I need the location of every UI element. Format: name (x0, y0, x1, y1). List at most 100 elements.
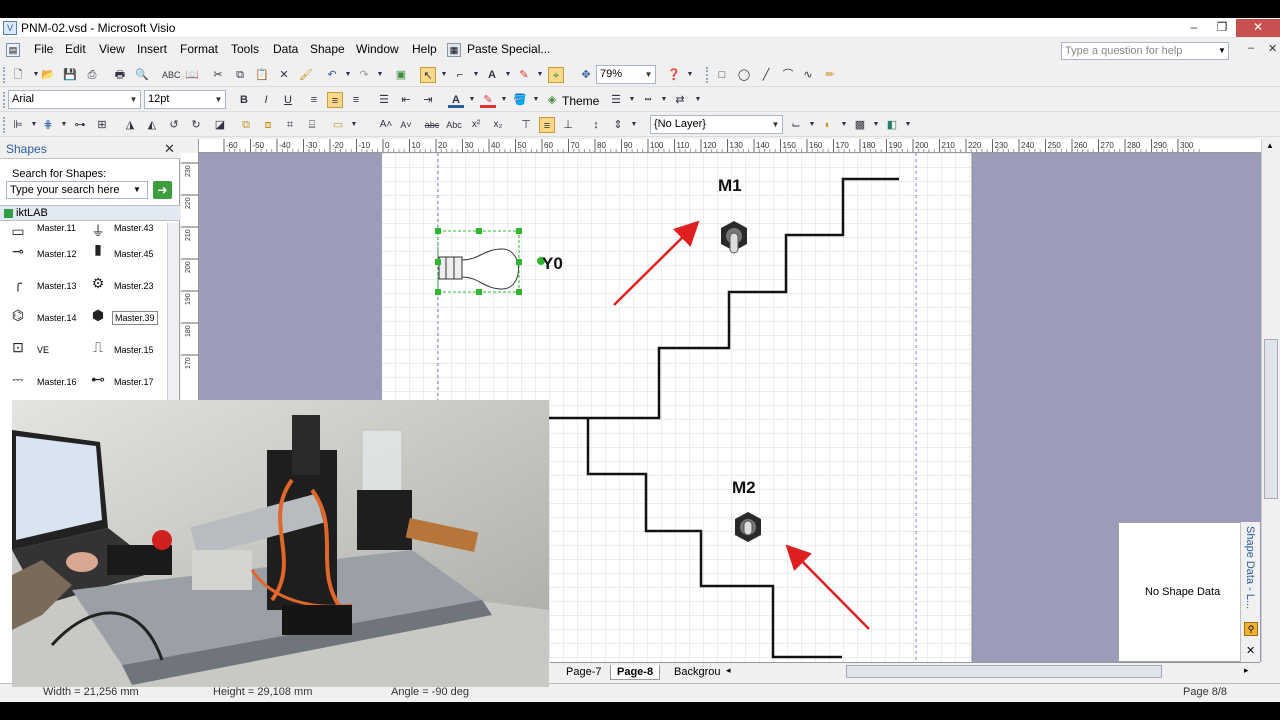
menu-shape[interactable]: Shape (310, 42, 345, 56)
shapes-window-icon[interactable]: ▣ (393, 67, 409, 83)
search-shapes-input[interactable]: Type your search here (6, 181, 148, 199)
stencil-scrollbar[interactable] (167, 223, 179, 403)
line-weight-icon[interactable]: ☰ (608, 92, 624, 108)
master-14-label[interactable]: Master.14 (37, 313, 77, 323)
crop-icon[interactable]: ⌗ (282, 117, 298, 133)
font-size-combo[interactable]: 12pt ▼ (144, 90, 226, 109)
line-style-icon[interactable]: ⌙ (788, 117, 804, 133)
master-11-label[interactable]: Master.11 (37, 223, 76, 233)
theme-icon[interactable]: ◈ (544, 92, 560, 108)
doc-close-button[interactable]: ✕ (1268, 42, 1277, 55)
label-m2[interactable]: M2 (732, 478, 756, 497)
tab-scroll-left-icon[interactable]: ◂ (726, 665, 731, 676)
connection-point-icon[interactable]: ⌖ (548, 67, 564, 83)
menu-view[interactable]: View (99, 42, 125, 56)
bullets-icon[interactable]: ☰ (376, 92, 392, 108)
undo-dropdown-icon[interactable]: ▼ (340, 67, 356, 83)
stencil-iktlab[interactable]: iktLAB (0, 205, 180, 221)
master-23-label[interactable]: Master.23 (114, 281, 154, 291)
master-13-icon[interactable]: ╭ (6, 275, 30, 295)
master-15-icon[interactable]: ⎍ (86, 339, 110, 359)
align-center-icon[interactable]: ≡ (327, 92, 343, 108)
master-14-icon[interactable]: ⌬ (6, 307, 30, 327)
para-spacing-icon[interactable]: ⇕ (610, 117, 626, 133)
font-dropdown-icon[interactable]: ▼ (127, 91, 140, 108)
menu-data[interactable]: Data (273, 42, 298, 56)
label-m1[interactable]: M1 (718, 176, 742, 195)
layer-dropdown-icon[interactable]: ▼ (769, 116, 782, 133)
line-weight-dropdown-icon[interactable]: ▼ (624, 92, 640, 108)
status-page[interactable]: Page 8/8 (1183, 686, 1227, 698)
fill-pattern-dropdown-icon[interactable]: ▼ (868, 117, 884, 133)
arc-tool-icon[interactable]: ⌒ (780, 67, 796, 83)
restore-button[interactable]: ❐ (1208, 19, 1236, 37)
pin-icon[interactable]: ⚲ (1244, 622, 1258, 636)
redo-dropdown-icon[interactable]: ▼ (372, 67, 388, 83)
master-45-icon[interactable]: ▮ (86, 241, 110, 261)
open-icon[interactable]: 📂 (40, 67, 56, 83)
redo-icon[interactable]: ↷ (356, 67, 372, 83)
paste-icon[interactable]: 📋 (254, 67, 270, 83)
distribute-dropdown-icon[interactable]: ▼ (56, 117, 72, 133)
selection-handle[interactable] (476, 228, 482, 234)
menu-insert[interactable]: Insert (137, 42, 167, 56)
paste-special-icon[interactable]: ▦ (447, 43, 461, 57)
format-painter-icon[interactable]: 🖌 (298, 67, 314, 83)
increase-font-icon[interactable]: A˄ (378, 117, 394, 133)
line-spacing-icon[interactable]: ↕ (588, 117, 604, 133)
selection-handle[interactable] (435, 228, 441, 234)
toolbar-grip[interactable] (3, 67, 7, 83)
zoom-dropdown-icon[interactable]: ▼ (642, 66, 655, 83)
doc-minimize-button[interactable]: – (1248, 42, 1254, 54)
fill-color-dropdown-icon[interactable]: ▼ (528, 92, 544, 108)
selection-handle[interactable] (435, 289, 441, 295)
rectangle-tool-icon[interactable]: □ (714, 67, 730, 83)
minimize-button[interactable]: – (1180, 19, 1208, 37)
help-icon[interactable]: ❓ (666, 67, 682, 83)
strikethrough-icon[interactable]: abc (424, 117, 440, 133)
master-45-label[interactable]: Master.45 (114, 249, 154, 259)
pencil-tool-icon[interactable]: ✏ (822, 67, 838, 83)
para-spacing-dropdown-icon[interactable]: ▼ (626, 117, 642, 133)
bring-front-icon[interactable]: ◪ (212, 117, 228, 133)
font-combo[interactable]: Arial ▼ (8, 90, 141, 109)
decrease-font-icon[interactable]: A˅ (398, 117, 414, 133)
text-dropdown-icon[interactable]: ▼ (500, 67, 516, 83)
theme-button[interactable]: Theme (562, 94, 599, 108)
print-preview-icon[interactable]: 🔍 (134, 67, 150, 83)
close-button[interactable]: ✕ (1236, 19, 1280, 37)
menu-window[interactable]: Window (356, 42, 399, 56)
line-ends-icon[interactable]: ⇄ (672, 92, 688, 108)
line-ends-dropdown-icon[interactable]: ▼ (690, 92, 706, 108)
align-right-icon[interactable]: ≡ (348, 92, 364, 108)
font-color-dropdown-icon[interactable]: ▼ (464, 92, 480, 108)
master-12-label[interactable]: Master.12 (37, 249, 77, 259)
research-icon[interactable]: 📖 (184, 67, 200, 83)
subscript-icon[interactable]: x₂ (490, 117, 506, 133)
freeform-tool-icon[interactable]: ∿ (800, 67, 816, 83)
layer-props-dropdown-icon[interactable]: ▼ (346, 117, 362, 133)
menu-tools[interactable]: Tools (231, 42, 259, 56)
shadow-dropdown-icon[interactable]: ▼ (900, 117, 916, 133)
copy-icon[interactable]: ⧉ (232, 67, 248, 83)
menu-file[interactable]: File (34, 42, 53, 56)
connector-dropdown-icon[interactable]: ▼ (468, 67, 484, 83)
search-go-icon[interactable]: ➜ (153, 181, 172, 199)
toolbar-grip[interactable] (3, 92, 7, 108)
ink-dropdown-icon[interactable]: ▼ (532, 67, 548, 83)
layer-combo[interactable]: {No Layer} ▼ (650, 115, 783, 134)
master-13-label[interactable]: Master.13 (37, 281, 77, 291)
tab-page-8[interactable]: Page-8 (610, 665, 661, 680)
connector-icon[interactable]: ⌸ (304, 117, 320, 133)
master-17-icon[interactable]: ⊷ (86, 371, 110, 391)
small-caps-icon[interactable]: Abc (446, 117, 462, 133)
tab-page-7[interactable]: Page-7 (560, 665, 607, 680)
selection-handle[interactable] (435, 259, 441, 265)
help-dropdown-icon[interactable]: ▼ (1218, 46, 1226, 55)
menu-edit[interactable]: Edit (65, 42, 86, 56)
master-12-icon[interactable]: ⊸ (6, 243, 30, 263)
master-39-icon[interactable]: ⬢ (86, 307, 110, 327)
flip-vertical-icon[interactable]: ◭ (144, 117, 160, 133)
print-icon[interactable]: 🖶 (112, 67, 128, 83)
selection-handle[interactable] (476, 289, 482, 295)
